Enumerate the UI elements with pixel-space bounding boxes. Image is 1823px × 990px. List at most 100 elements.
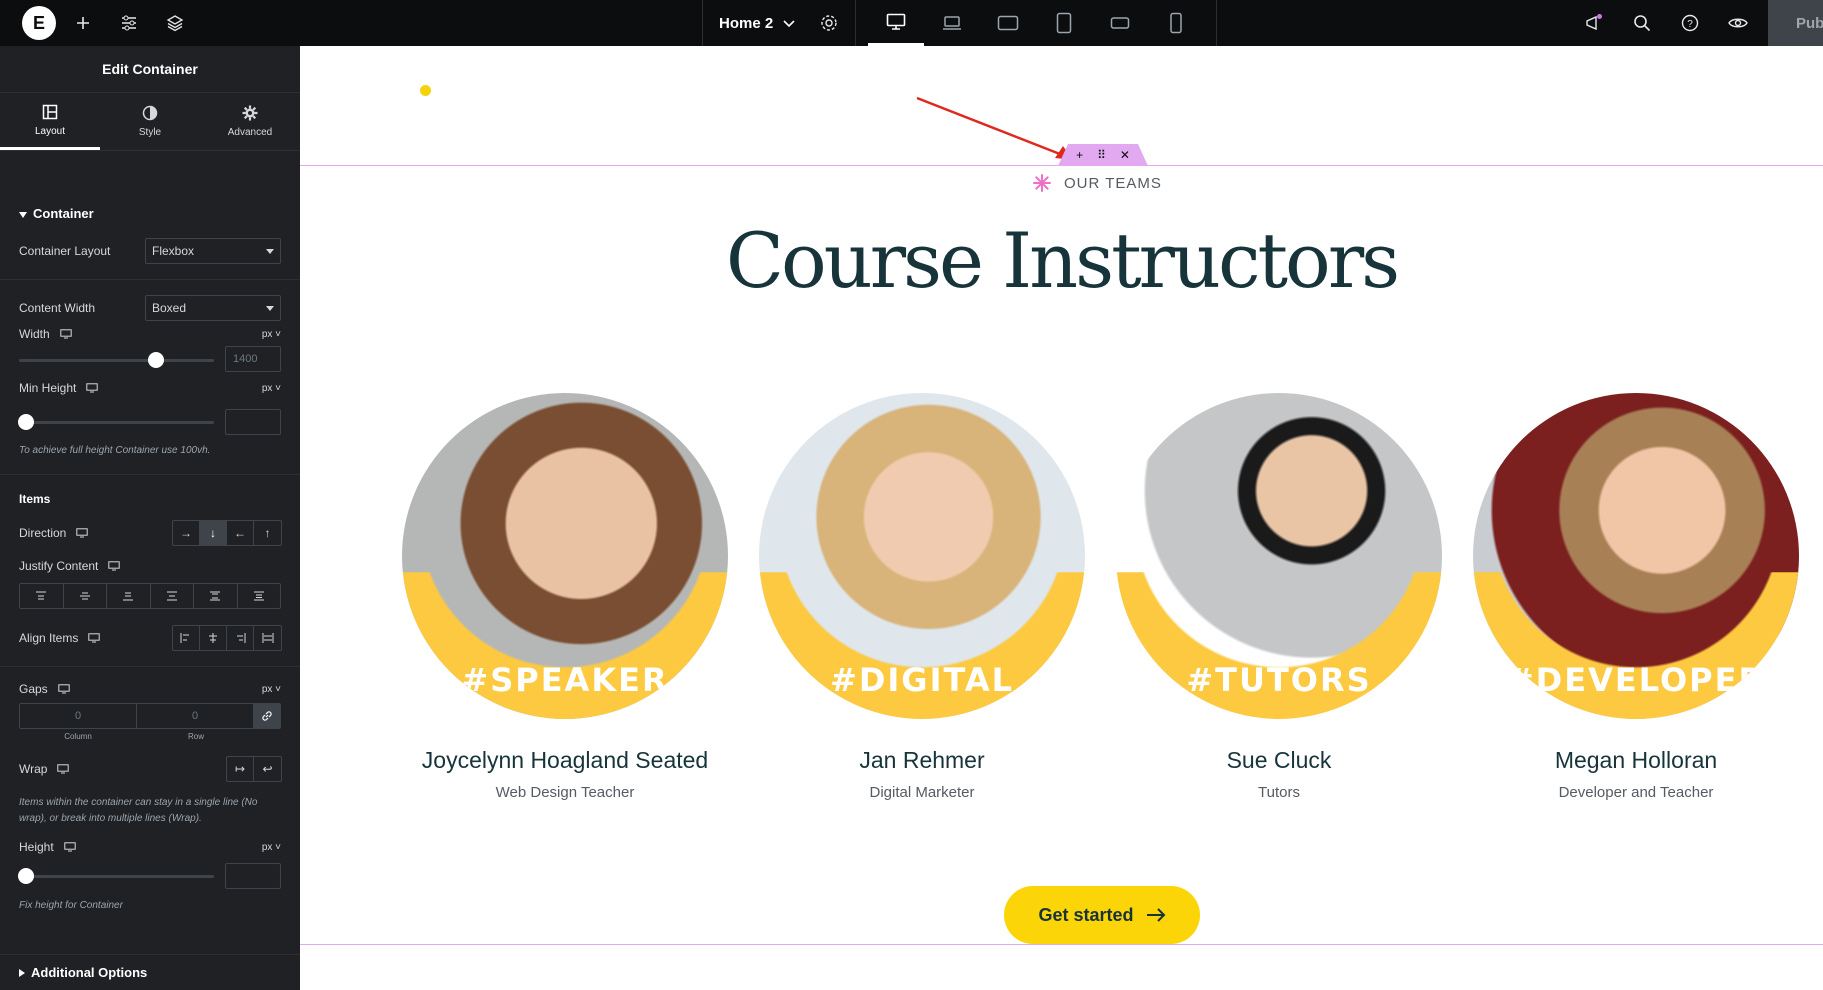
- get-started-button[interactable]: Get started: [1004, 886, 1200, 944]
- responsive-desktop-icon[interactable]: [63, 842, 76, 852]
- delete-container-icon[interactable]: ✕: [1120, 148, 1130, 162]
- direction-row-reverse-arrow-left-icon[interactable]: ←: [227, 521, 254, 545]
- help-icon[interactable]: ?: [1666, 0, 1714, 46]
- add-container-icon[interactable]: +: [1076, 148, 1083, 162]
- responsive-desktop-icon[interactable]: [108, 561, 121, 571]
- justify-start-icon[interactable]: [20, 584, 64, 608]
- responsive-desktop-icon[interactable]: [57, 684, 70, 694]
- responsive-desktop-icon[interactable]: [59, 329, 72, 339]
- tab-layout[interactable]: Layout: [0, 93, 100, 150]
- direction-column-reverse-arrow-up-icon[interactable]: ↑: [254, 521, 281, 545]
- instructor-role: Tutors: [1258, 784, 1300, 801]
- direction-column-arrow-down-icon[interactable]: ↓: [200, 521, 227, 545]
- instructor-photo: #TUTORS: [1116, 393, 1442, 719]
- divider: [0, 474, 300, 475]
- instructor-photo: #SPEAKER: [402, 393, 728, 719]
- gap-column-input[interactable]: 0: [20, 704, 137, 728]
- caret-down-icon: [19, 206, 27, 221]
- select-caret-icon: [266, 306, 274, 311]
- gap-row-input[interactable]: 0: [137, 704, 254, 728]
- caret-right-icon: [19, 965, 25, 980]
- panel-tabs: Layout Style Advanced: [0, 93, 300, 151]
- responsive-desktop-icon[interactable]: [86, 383, 99, 393]
- tablet-landscape-device-icon[interactable]: [980, 0, 1036, 46]
- mobile-landscape-device-icon[interactable]: [1092, 0, 1148, 46]
- height-slider[interactable]: [18, 868, 214, 884]
- min-height-unit: px: [261, 382, 273, 394]
- link-values-icon[interactable]: [254, 704, 280, 728]
- width-slider[interactable]: [19, 352, 214, 368]
- additional-options-toggle[interactable]: Additional Options: [0, 954, 300, 990]
- layout-icon: [42, 104, 58, 119]
- responsive-desktop-icon[interactable]: [57, 764, 70, 774]
- elementor-logo-icon[interactable]: E: [22, 6, 56, 40]
- laptop-device-icon[interactable]: [924, 0, 980, 46]
- desktop-device-icon[interactable]: [868, 0, 924, 46]
- add-element-icon[interactable]: [60, 0, 106, 46]
- container-section-toggle[interactable]: Container: [0, 206, 113, 221]
- container-outline-bottom: [300, 944, 1823, 945]
- justify-end-icon[interactable]: [107, 584, 151, 608]
- instructor-role: Developer and Teacher: [1558, 784, 1714, 801]
- width-label-wrap: Width: [19, 327, 72, 341]
- annotation-arrow: [916, 96, 1073, 160]
- width-unit: px: [261, 328, 273, 340]
- publish-button[interactable]: Publish: [1768, 0, 1823, 46]
- search-icon[interactable]: [1618, 0, 1666, 46]
- min-height-hint: To achieve full height Container use 100…: [19, 445, 211, 456]
- min-height-unit-select[interactable]: px ˅: [262, 383, 281, 394]
- height-hint: Fix height for Container: [19, 900, 123, 911]
- height-unit-select[interactable]: px ˅: [262, 842, 281, 853]
- wrap-icon[interactable]: ↩: [254, 757, 281, 781]
- mobile-device-icon[interactable]: [1148, 0, 1204, 46]
- min-height-label: Min Height: [19, 381, 77, 395]
- align-end-icon[interactable]: [227, 626, 254, 650]
- page-name: Home 2: [719, 14, 774, 32]
- tab-advanced[interactable]: Advanced: [200, 93, 300, 150]
- panel-title: Edit Container: [0, 46, 300, 93]
- tablet-device-icon[interactable]: [1036, 0, 1092, 46]
- gaps-row: Gaps px ˅: [19, 678, 281, 700]
- tab-style[interactable]: Style: [100, 93, 200, 150]
- direction-button-group: → ↓ ← ↑: [172, 520, 282, 546]
- justify-space-between-icon[interactable]: [151, 584, 194, 608]
- container-layout-value: Flexbox: [152, 244, 195, 258]
- page-settings-gear-icon[interactable]: [806, 0, 852, 46]
- align-center-icon[interactable]: [200, 626, 227, 650]
- layers-icon[interactable]: [152, 0, 198, 46]
- whats-new-megaphone-icon[interactable]: [1570, 0, 1618, 46]
- responsive-desktop-icon[interactable]: [76, 528, 89, 538]
- height-slider-knob[interactable]: [18, 868, 34, 884]
- width-slider-knob[interactable]: [147, 352, 164, 368]
- preview-eye-icon[interactable]: [1714, 0, 1762, 46]
- height-input[interactable]: [225, 863, 281, 889]
- width-row: Width px ˅: [19, 321, 281, 347]
- responsive-desktop-icon[interactable]: [88, 633, 101, 643]
- instructor-name: Sue Cluck: [1226, 747, 1332, 773]
- align-items-label-wrap: Align Items: [19, 631, 101, 645]
- no-wrap-icon[interactable]: ↦: [227, 757, 254, 781]
- justify-space-evenly-icon[interactable]: [238, 584, 281, 608]
- width-unit-select[interactable]: px ˅: [262, 329, 281, 340]
- justify-center-icon[interactable]: [64, 584, 107, 608]
- width-input[interactable]: 1400: [225, 346, 281, 372]
- items-label: Items: [19, 492, 51, 506]
- section-eyebrow: OUR TEAMS: [1032, 168, 1272, 198]
- instructor-photo: #DIGITAL: [759, 393, 1085, 719]
- content-width-select[interactable]: Boxed: [145, 295, 281, 321]
- min-height-slider-knob[interactable]: [18, 414, 34, 430]
- container-layout-select[interactable]: Flexbox: [145, 238, 281, 264]
- min-height-slider[interactable]: [18, 414, 214, 430]
- align-start-icon[interactable]: [173, 626, 200, 650]
- divider: [0, 279, 300, 280]
- min-height-input[interactable]: [225, 409, 281, 435]
- gaps-unit-select[interactable]: px ˅: [262, 684, 281, 695]
- direction-row-arrow-right-icon[interactable]: →: [173, 521, 200, 545]
- site-settings-icon[interactable]: [106, 0, 152, 46]
- align-stretch-icon[interactable]: [254, 626, 281, 650]
- height-unit: px: [261, 841, 273, 853]
- justify-space-around-icon[interactable]: [194, 584, 238, 608]
- drag-handle-icon[interactable]: ⠿: [1097, 148, 1106, 162]
- justify-content-row: Justify Content: [19, 553, 281, 579]
- team-card: #DIGITAL Jan Rehmer Digital Marketer: [759, 393, 1085, 801]
